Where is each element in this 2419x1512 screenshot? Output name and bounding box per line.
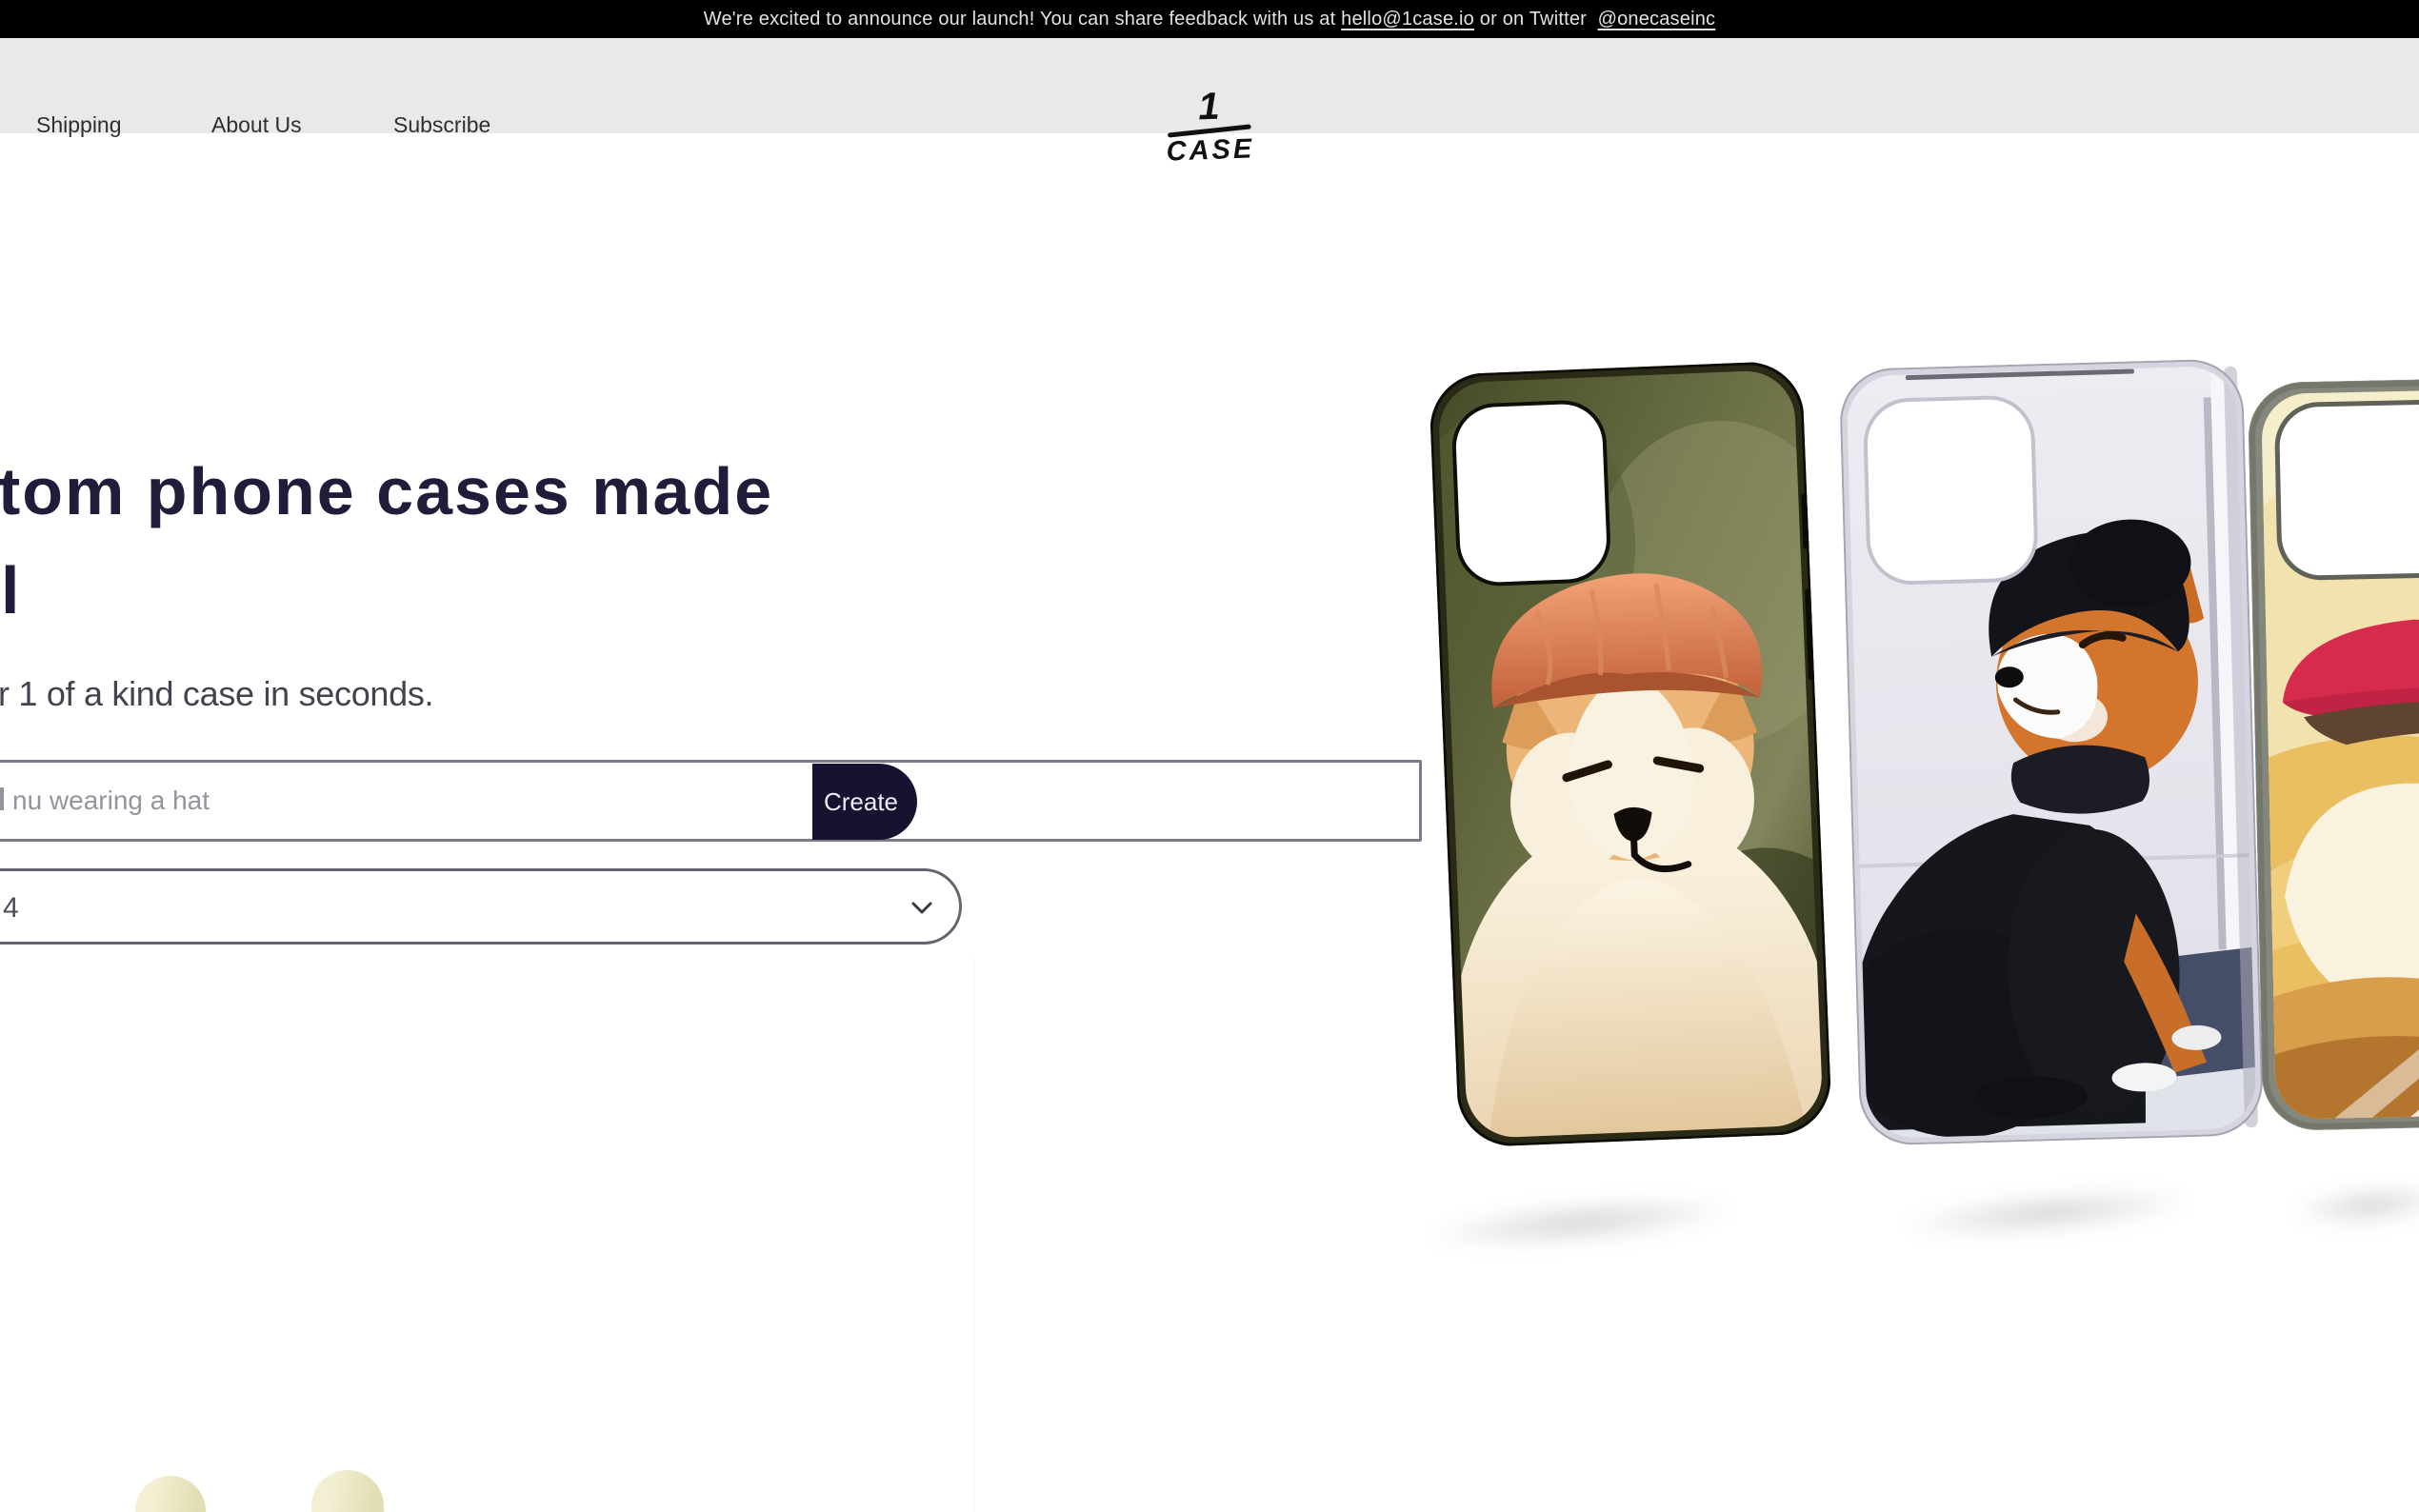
create-button[interactable]: Create — [812, 764, 917, 840]
phone-case-shiba-black-beanie — [1839, 358, 2265, 1146]
email-link[interactable]: hello@1case.io — [1341, 9, 1474, 30]
page-title-line2-clipped: l — [1, 554, 19, 627]
prompt-input[interactable] — [0, 760, 1422, 842]
column-divider — [973, 956, 974, 1512]
phone-case-3-image — [2248, 375, 2419, 1131]
phone-case-shiba-orange-cap — [1429, 360, 1832, 1147]
bottom-figure-paw-tip — [311, 1470, 384, 1512]
announcement-text: We're excited to announce our launch! Yo… — [704, 9, 1341, 30]
phone-case-1-image — [1429, 360, 1832, 1147]
logo-name: CASE — [1166, 135, 1255, 166]
brand-logo[interactable]: 1 CASE — [1164, 86, 1254, 166]
camera-cutout — [2276, 401, 2419, 578]
case-shadow — [1355, 1173, 1807, 1273]
phone-case-2-image — [1839, 358, 2265, 1146]
phone-model-selected-value: 4 — [3, 892, 19, 925]
landing-page: We're excited to announce our launch! Yo… — [0, 0, 2419, 1512]
case-shadow — [2255, 1169, 2419, 1243]
case-shadow — [1831, 1166, 2264, 1261]
camera-cutout — [1865, 396, 2037, 584]
phone-model-select[interactable]: 4 — [0, 868, 962, 945]
announcement-text-middle: or on Twitter — [1474, 9, 1598, 30]
nav-link-about-us[interactable]: About Us — [211, 112, 302, 138]
logo-numerator: 1 — [1164, 86, 1253, 127]
page-subtitle: r 1 of a kind case in seconds. — [0, 674, 433, 714]
nav-link-shipping[interactable]: Shipping — [36, 112, 122, 138]
phone-case-doge-red-cap — [2248, 375, 2419, 1131]
bottom-figure-paw-tip — [135, 1476, 206, 1512]
chevron-down-icon — [911, 902, 932, 920]
nav-bar: Shipping About Us Subscribe 1 CASE — [0, 38, 2419, 133]
announcement-bar: We're excited to announce our launch! Yo… — [0, 0, 2419, 38]
nav-link-subscribe[interactable]: Subscribe — [393, 112, 490, 138]
page-title-line1: tom phone cases made — [0, 455, 773, 528]
twitter-link[interactable]: @onecaseinc — [1598, 9, 1716, 30]
camera-cutout — [1452, 401, 1609, 586]
clipped-letter-fragment — [0, 787, 4, 810]
